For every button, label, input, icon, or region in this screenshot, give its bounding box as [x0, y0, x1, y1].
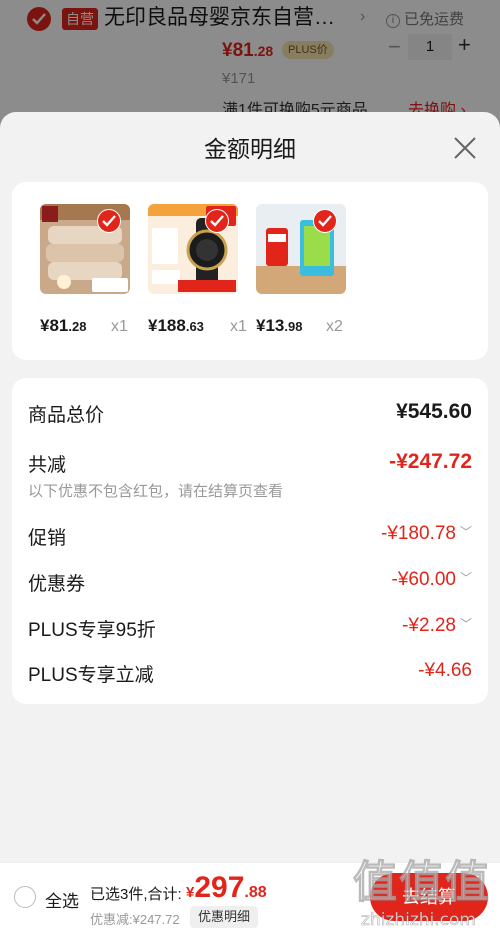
product-price: ¥81.28 — [40, 316, 86, 336]
checkout-bar: 全选 已选3件,合计: ¥297.88 优惠减:¥247.72 优惠明细 去结算 — [0, 862, 500, 932]
reduction-value: -¥247.72 — [389, 450, 472, 473]
reduction-label: 共减 — [28, 455, 67, 476]
product-qty: x1 — [230, 318, 247, 335]
product-item[interactable]: ¥81.28 x1 — [40, 204, 140, 336]
plus-reduction-value: -¥4.66 — [418, 660, 472, 681]
product-selected-check — [205, 209, 229, 233]
coupon-value-wrap: -¥60.00 ﹀ — [392, 569, 472, 591]
chevron-down-icon: ﹀ — [459, 525, 472, 539]
product-qty: x1 — [111, 318, 128, 335]
product-selected-check — [97, 209, 121, 233]
coupon-label: 优惠券 — [28, 574, 86, 595]
plus95-label: PLUS专享95折 — [28, 620, 156, 641]
products-card: ¥81.28 x1 ¥188.63 x1 ¥13.98 x2 — [12, 182, 488, 360]
chevron-down-icon: ﹀ — [459, 617, 472, 631]
plus95-value-wrap: -¥2.28 ﹀ — [402, 615, 472, 637]
discount-detail-button[interactable]: 优惠明细 — [190, 906, 259, 928]
chevron-down-icon: ﹀ — [459, 571, 472, 585]
total-int: 297 — [194, 871, 245, 904]
product-price: ¥188.63 — [148, 316, 204, 336]
goods-total-label: 商品总价 — [28, 405, 105, 426]
amount-detail-card: 商品总价 ¥545.60 共减 -¥247.72 以下优惠不包含红包，请在结算页… — [12, 378, 488, 704]
select-all-radio[interactable] — [14, 886, 36, 908]
select-all-label[interactable]: 全选 — [45, 887, 79, 912]
checkout-button[interactable]: 去结算 — [370, 873, 488, 921]
product-price-dec: .98 — [284, 319, 303, 334]
goods-total-value: ¥545.60 — [396, 400, 472, 423]
product-price-dec: .28 — [68, 319, 87, 334]
product-price-int: ¥188 — [148, 316, 186, 335]
total-amount: ¥297.88 — [186, 871, 267, 905]
saved-amount: 优惠减:¥247.72 — [90, 912, 180, 927]
product-item[interactable]: ¥13.98 x2 — [256, 204, 356, 336]
selected-summary: 已选3件,合计: — [90, 886, 182, 903]
promotion-value: -¥180.78 — [380, 523, 456, 544]
amount-detail-sheet: 金额明细 ¥81.28 x1 ¥188.63 x1 ¥13.98 x2 商品总价… — [0, 112, 500, 862]
plus-reduction-label: PLUS专享立减 — [28, 665, 154, 686]
product-selected-check — [313, 209, 337, 233]
sheet-title: 金额明细 — [204, 136, 296, 162]
promotion-label: 促销 — [28, 528, 67, 549]
plus95-value: -¥2.28 — [402, 615, 456, 636]
total-dec: .88 — [244, 884, 267, 901]
check-icon — [210, 215, 224, 227]
product-price-int: ¥81 — [40, 316, 69, 335]
check-icon — [318, 215, 332, 227]
check-icon — [102, 215, 116, 227]
product-item[interactable]: ¥188.63 x1 — [148, 204, 248, 336]
close-icon[interactable] — [452, 135, 478, 161]
reduction-note: 以下优惠不包含红包，请在结算页查看 — [28, 483, 284, 500]
product-price-int: ¥13 — [256, 316, 285, 335]
product-price-dec: .63 — [185, 319, 204, 334]
promotion-value-wrap: -¥180.78 ﹀ — [381, 523, 472, 545]
coupon-value: -¥60.00 — [391, 569, 456, 590]
product-price: ¥13.98 — [256, 316, 302, 336]
product-qty: x2 — [326, 318, 343, 335]
